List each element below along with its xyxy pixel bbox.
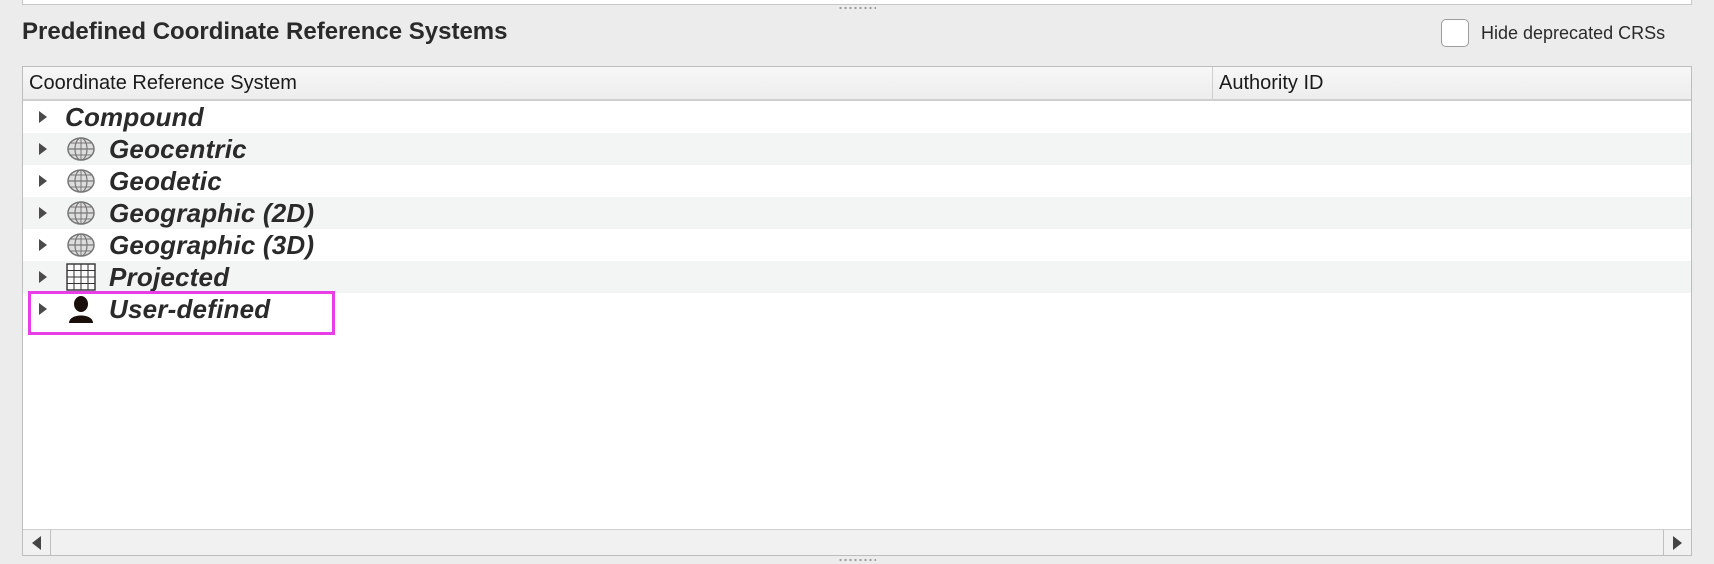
tree-header: Coordinate Reference System Authority ID — [23, 67, 1691, 101]
horizontal-scrollbar[interactable] — [23, 529, 1691, 555]
tree-item-label: Geographic (3D) — [109, 229, 315, 260]
hide-deprecated-checkbox[interactable] — [1441, 19, 1469, 47]
column-header-authority-id[interactable]: Authority ID — [1213, 67, 1691, 99]
tree-item-geographic-2d[interactable]: Geographic (2D) — [23, 197, 1691, 229]
hide-deprecated-label: Hide deprecated CRSs — [1481, 22, 1666, 43]
scroll-left-button[interactable] — [23, 530, 51, 555]
tree-item-geocentric[interactable]: Geocentric — [23, 133, 1691, 165]
column-header-crs[interactable]: Coordinate Reference System — [23, 67, 1213, 99]
tree-item-user-defined[interactable]: User-defined — [23, 293, 1691, 325]
tree-item-label: Geodetic — [109, 165, 222, 196]
hide-deprecated-toggle[interactable]: Hide deprecated CRSs — [1441, 18, 1665, 48]
section-title: Predefined Coordinate Reference Systems — [22, 18, 508, 45]
scroll-track[interactable] — [51, 530, 1663, 555]
tree-item-label: User-defined — [109, 293, 271, 324]
tree-item-projected[interactable]: Projected — [23, 261, 1691, 293]
user-icon — [65, 295, 97, 323]
previous-list-remnant — [22, 0, 1692, 5]
arrow-left-icon — [32, 535, 41, 550]
tree-item-label: Projected — [109, 261, 230, 292]
expand-arrow-icon[interactable] — [39, 143, 47, 155]
crs-tree-view[interactable]: Coordinate Reference System Authority ID… — [22, 66, 1692, 556]
expand-arrow-icon[interactable] — [39, 239, 47, 251]
grid-icon — [65, 263, 97, 291]
expand-arrow-icon[interactable] — [39, 175, 47, 187]
scroll-right-button[interactable] — [1663, 530, 1691, 555]
expand-arrow-icon[interactable] — [39, 303, 47, 315]
tree-item-geographic-3d[interactable]: Geographic (3D) — [23, 229, 1691, 261]
tree-item-label: Geographic (2D) — [109, 197, 315, 228]
splitter-handle-bottom[interactable] — [838, 558, 876, 562]
globe-icon — [65, 135, 97, 163]
globe-icon — [65, 199, 97, 227]
globe-icon — [65, 167, 97, 195]
tree-item-label: Compound — [65, 101, 204, 132]
arrow-right-icon — [1673, 535, 1682, 550]
expand-arrow-icon[interactable] — [39, 271, 47, 283]
tree-item-geodetic[interactable]: Geodetic — [23, 165, 1691, 197]
tree-item-compound[interactable]: Compound — [23, 101, 1691, 133]
expand-arrow-icon[interactable] — [39, 111, 47, 123]
splitter-handle-top[interactable] — [838, 6, 876, 10]
globe-icon — [65, 231, 97, 259]
expand-arrow-icon[interactable] — [39, 207, 47, 219]
tree-item-label: Geocentric — [109, 133, 247, 164]
tree-rows: Compound Geocentric Geodetic Geographic … — [23, 101, 1691, 335]
